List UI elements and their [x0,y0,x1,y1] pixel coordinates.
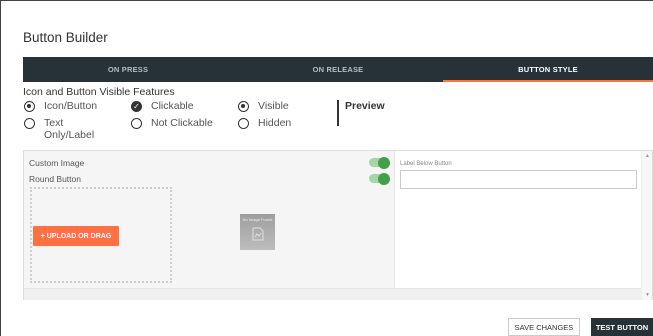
image-settings-pane: Custom Image Round Button [24,151,394,288]
label-settings-pane: Label Below Button [394,151,642,288]
save-changes-button[interactable]: SAVE CHANGES [508,318,580,336]
option-not-clickable[interactable]: Not Clickable [131,117,213,129]
image-preview-placeholder: No Image Found [240,214,275,250]
scroll-up-icon[interactable]: ▲ [642,153,653,159]
image-file-icon [252,227,263,241]
preview-divider [337,100,339,126]
radio-unselected-icon[interactable] [238,117,249,129]
option-visible-label: Visible [258,100,289,112]
tab-on-release[interactable]: ON RELEASE [233,57,443,82]
vertical-scrollbar[interactable]: ▲ ▼ [641,151,652,300]
test-button[interactable]: TEST BUTTON [591,318,653,336]
tab-bar: ON PRESS ON RELEASE BUTTON STYLE [23,57,653,82]
label-below-button-label: Label Below Button [400,161,452,167]
round-button-label: Round Button [29,174,81,184]
tab-button-style[interactable]: BUTTON STYLE [443,57,653,82]
option-visible[interactable]: Visible [238,100,289,112]
option-text-only-label-label: Text Only/Label [44,117,95,141]
option-icon-button[interactable]: Icon/Button [24,100,97,112]
scroll-down-icon[interactable]: ▼ [642,292,653,298]
toggle-knob [378,156,390,169]
round-button-toggle[interactable] [369,172,390,185]
custom-image-toggle[interactable] [369,156,390,169]
tab-on-press[interactable]: ON PRESS [23,57,233,82]
radio-selected-icon[interactable] [238,100,249,112]
radio-selected-icon[interactable] [24,100,35,112]
horizontal-scroll-area [24,288,642,300]
option-hidden-label: Hidden [258,117,292,129]
features-heading: Icon and Button Visible Features [23,86,175,98]
preview-label: Preview [345,100,385,112]
upload-button[interactable]: + UPLOAD OR DRAG [33,226,119,246]
option-hidden[interactable]: Hidden [238,117,291,129]
custom-image-label: Custom Image [29,158,85,168]
option-not-clickable-label: Not Clickable [151,117,213,129]
label-below-button-input[interactable] [400,170,637,189]
toggle-knob [378,172,390,185]
option-clickable[interactable]: ✓ Clickable [131,100,194,112]
option-icon-button-label: Icon/Button [44,100,98,112]
no-image-text: No Image Found [242,217,273,222]
page-title: Button Builder [23,30,108,45]
button-style-panel: Custom Image Round Button Label Below Bu… [23,150,653,300]
radio-unselected-icon[interactable] [131,117,142,129]
radio-unselected-icon[interactable] [24,117,35,129]
option-text-only-label[interactable]: Text Only/Label [24,117,124,141]
option-clickable-label: Clickable [151,100,194,112]
check-circle-icon[interactable]: ✓ [131,100,142,112]
